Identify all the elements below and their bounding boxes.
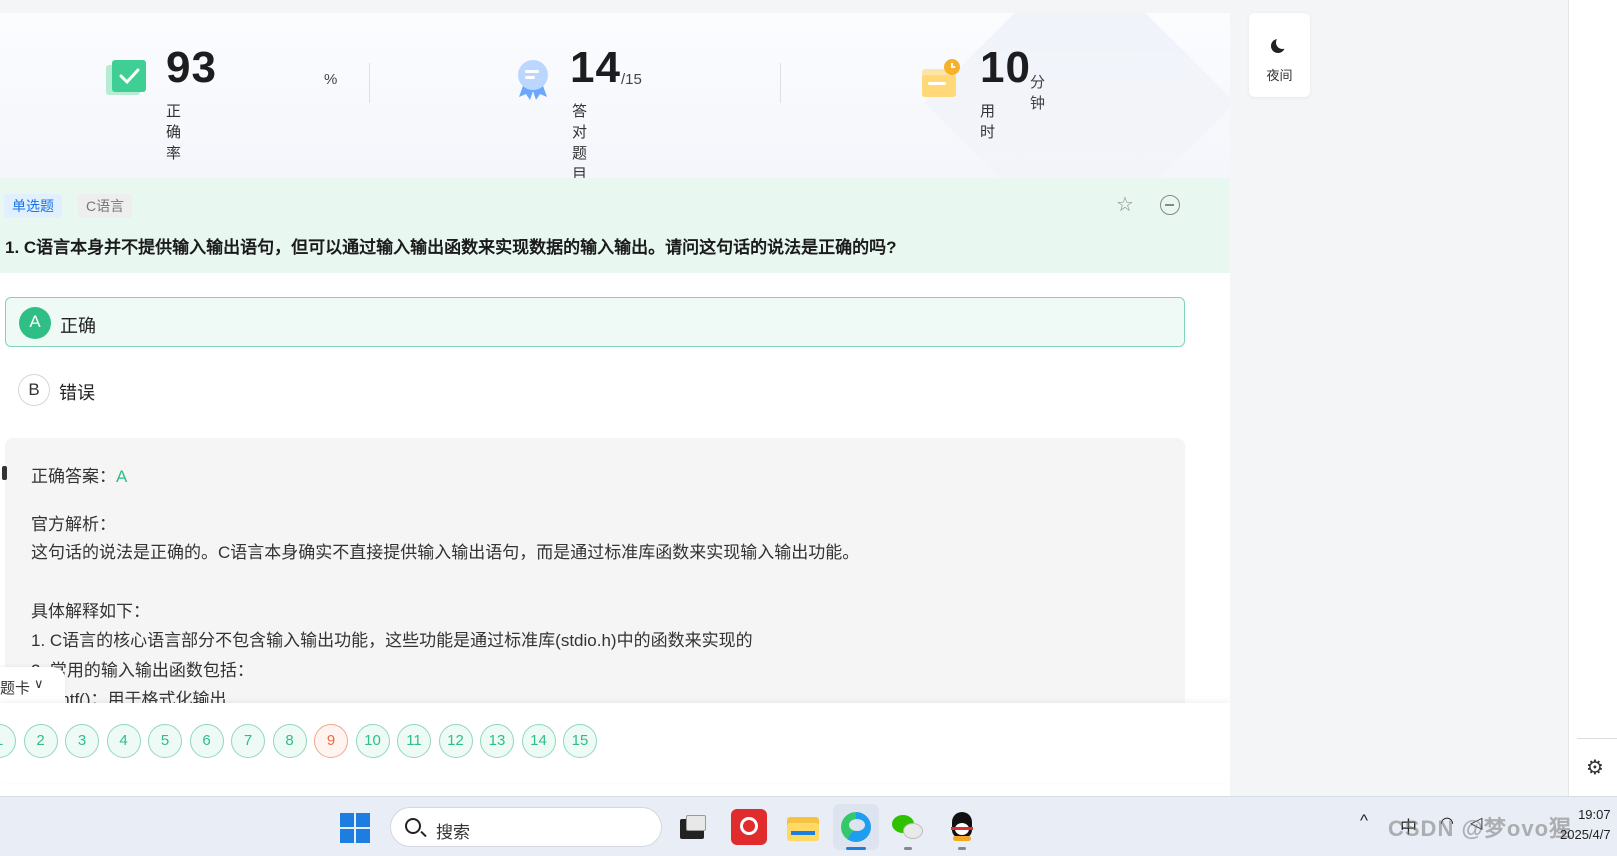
check-book-icon [106,60,146,95]
question-number-button[interactable]: 11 [397,724,431,758]
correct-answer-value: A [116,467,128,486]
question-number-button[interactable]: 10 [355,724,390,758]
time-caption: 用时 [980,103,996,141]
correct-caption: 答对题目数 [572,103,588,178]
correct-total: /15 [621,71,642,88]
question-header: 单选题 C语言 ☆ 1. C语言本身并不提供输入输出语句，但可以通过输入输出函数… [0,178,1230,273]
time-unit: 分钟 [1030,74,1046,112]
search-label: 搜索 [436,823,470,842]
moon-icon [1271,36,1289,53]
accuracy-value: 93 [166,43,217,92]
explanation-marker [2,466,7,480]
question-number-button[interactable]: 12 [438,724,473,758]
question-number-button[interactable]: 3 [65,724,99,758]
explanation-text: 1. C语言的核心语言部分不包含输入输出功能，这些功能是通过标准库(stdio.… [31,631,753,650]
task-view-icon[interactable] [676,809,712,845]
medal-icon [518,60,548,100]
accuracy-unit: % [324,71,338,88]
netease-music-icon[interactable] [731,809,767,845]
wechat-icon[interactable] [890,809,926,845]
question-type-tag: 单选题 [4,194,62,218]
question-title: 1. C语言本身并不提供输入输出语句，但可以通过输入输出函数来实现数据的输入输出… [5,238,897,257]
search-icon [405,818,421,834]
option-text: 正确 [60,316,96,336]
answer-card-pager: 123456789101112131415 [0,703,1230,783]
qq-icon[interactable] [944,809,980,845]
option-text: 错误 [59,383,95,403]
question-number-button[interactable]: 8 [272,724,307,758]
windows-start-icon[interactable] [340,813,370,843]
explanation-text: 这句话的说法是正确的。C语言本身确实不直接提供输入输出语句，而是通过标准库函数来… [31,543,860,562]
question-number-button[interactable]: 1 [0,724,16,758]
running-indicator [958,847,966,850]
night-mode-button[interactable]: 夜间 [1249,13,1310,97]
stats-header: 93 % 正确率 14 /15 答对题目数 [0,13,1230,178]
question-number-button[interactable]: 7 [231,724,265,758]
accuracy-caption: 正确率 [166,103,182,162]
question-number-button[interactable]: 6 [189,724,224,758]
option-letter: B [18,374,50,406]
chevron-down-icon: ∨ [34,676,44,691]
detail-title: 具体解释如下： [31,602,150,621]
clock-date: 2025/4/7 [1560,827,1611,842]
tray-chevron-icon[interactable]: ^ [1360,811,1368,831]
correct-answer-label: 正确答案： [31,467,116,486]
question-number-button[interactable]: 15 [563,724,597,758]
answer-card-toggle[interactable]: 题卡 ∨ [0,667,65,707]
header-decoration [924,13,1230,178]
explanation-box: 正确答案：A 官方解析： 这句话的说法是正确的。C语言本身确实不直接提供输入输出… [2,438,1185,738]
watermark: CSDN @梦ovo猩 [1388,816,1573,841]
system-clock[interactable]: 19:07 2025/4/7 [1560,805,1611,845]
active-indicator [846,847,866,850]
edge-browser-icon[interactable] [833,804,879,850]
official-analysis-title: 官方解析： [31,515,116,534]
answer-card-label: 题卡 [0,680,31,697]
result-panel: 93 % 正确率 14 /15 答对题目数 [0,13,1230,796]
question-number-button[interactable]: 13 [480,724,514,758]
stat-divider [780,63,781,103]
taskbar-search[interactable]: 搜索 [390,807,662,847]
file-explorer-icon[interactable] [785,809,821,845]
option-a[interactable]: A 正确 [5,297,1185,347]
running-indicator [904,847,912,850]
question-number-button[interactable]: 14 [521,724,556,758]
clock-folder-icon [922,59,960,97]
side-divider [1577,738,1617,739]
question-number-button[interactable]: 2 [23,724,58,758]
correct-answer-line: 正确答案：A [31,462,127,487]
app-window: 93 % 正确率 14 /15 答对题目数 [0,0,1617,796]
taskbar: 搜索 ^ 中 ◠ ◁ CSDN @梦ovo猩 19:07 2025/4/7 [0,796,1617,856]
question-number-button[interactable]: 4 [106,724,141,758]
correct-value: 14 [570,43,621,92]
gear-icon[interactable]: ⚙ [1584,757,1606,779]
stat-divider [369,63,370,103]
question-number-button[interactable]: 5 [148,724,182,758]
clock-time: 19:07 [1578,807,1611,822]
night-mode-label: 夜间 [1266,68,1293,83]
option-b[interactable]: B 错误 [5,365,1185,415]
time-value: 10 [980,43,1031,92]
remove-icon[interactable] [1160,195,1180,215]
star-icon[interactable]: ☆ [1114,194,1136,216]
option-letter: A [19,307,51,339]
subject-tag: C语言 [78,194,133,218]
side-toolbar [1568,0,1617,796]
question-number-button[interactable]: 9 [314,724,348,758]
